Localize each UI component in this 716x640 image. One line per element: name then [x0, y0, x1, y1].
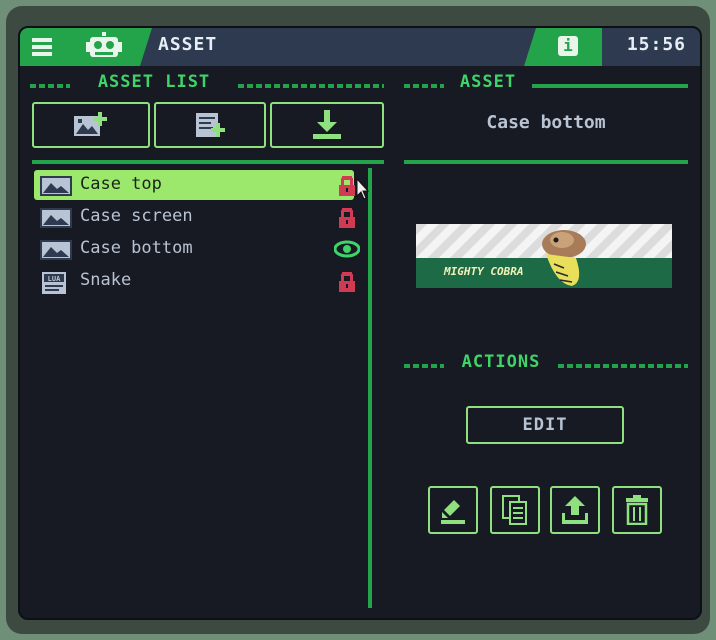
trash-icon — [626, 495, 648, 525]
preview-logo-text: MIGHTY COBRA — [444, 265, 524, 278]
lock-icon[interactable] — [338, 176, 356, 196]
list-item-label: Case screen — [80, 206, 193, 226]
list-item[interactable]: Case screen — [34, 202, 354, 232]
asset-list-title: ASSET LIST — [97, 72, 211, 92]
list-item[interactable]: Case top — [34, 170, 354, 200]
edit-button[interactable]: EDIT — [466, 406, 624, 444]
page-title: ASSET — [158, 34, 218, 55]
section-rule — [404, 84, 444, 88]
lua-file-icon: LUA — [42, 272, 66, 294]
asset-preview: MIGHTY COBRA — [416, 224, 672, 288]
cobra-icon — [542, 230, 586, 286]
list-item-label: Case bottom — [80, 238, 193, 258]
code-plus-icon — [196, 113, 225, 137]
rename-icon — [441, 500, 465, 524]
download-icon — [313, 110, 341, 139]
robot-button[interactable] — [70, 28, 152, 66]
section-rule — [558, 364, 688, 368]
lock-icon[interactable] — [338, 208, 356, 228]
list-item-label: Snake — [80, 270, 132, 290]
robot-icon — [86, 32, 122, 57]
export-button[interactable] — [550, 486, 600, 534]
section-rule — [404, 160, 688, 164]
import-button[interactable] — [270, 102, 384, 148]
panel-divider — [368, 168, 372, 608]
actions-title: ACTIONS — [461, 352, 541, 372]
mouse-cursor-icon — [356, 178, 370, 200]
duplicate-icon — [502, 495, 527, 525]
image-icon — [40, 240, 72, 260]
add-image-button[interactable] — [32, 102, 150, 148]
export-icon — [562, 496, 588, 524]
asset-name: Case bottom — [486, 112, 606, 133]
menu-button[interactable] — [20, 28, 84, 66]
svg-text:LUA: LUA — [48, 275, 61, 283]
section-rule — [404, 364, 444, 368]
app-screen: ASSET i 15:56 ASSET LIST Case top Case s… — [18, 26, 702, 620]
list-item-label: Case top — [80, 174, 162, 194]
section-rule — [238, 84, 384, 88]
header-bar: ASSET i 15:56 — [20, 28, 700, 66]
eye-icon[interactable] — [334, 240, 360, 258]
add-code-button[interactable] — [154, 102, 266, 148]
list-divider — [32, 160, 384, 164]
duplicate-button[interactable] — [490, 486, 540, 534]
clock: 15:56 — [626, 34, 686, 55]
delete-button[interactable] — [612, 486, 662, 534]
asset-section-title: ASSET — [459, 72, 517, 92]
info-button[interactable]: i — [524, 28, 602, 66]
image-plus-icon — [74, 112, 107, 136]
image-icon — [40, 176, 72, 196]
rename-button[interactable] — [428, 486, 478, 534]
list-item[interactable]: LUA Snake — [34, 266, 354, 296]
lock-icon[interactable] — [338, 272, 356, 292]
section-rule — [30, 84, 70, 88]
hamburger-menu-icon — [32, 38, 52, 56]
list-item[interactable]: Case bottom — [34, 234, 354, 264]
section-rule — [532, 84, 688, 88]
info-icon: i — [558, 36, 578, 56]
image-icon — [40, 208, 72, 228]
